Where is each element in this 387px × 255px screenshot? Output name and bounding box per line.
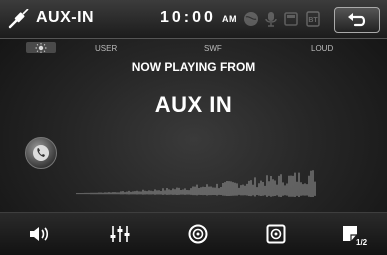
card-icon <box>284 12 298 26</box>
globe-icon <box>244 12 258 26</box>
clock-time: 10:00 <box>160 9 216 26</box>
page-indicator: 1/2 <box>356 238 368 247</box>
source-disc-icon <box>188 224 208 244</box>
volume-icon <box>30 227 49 241</box>
source-button[interactable] <box>184 221 212 247</box>
eq-user-label: USER <box>95 44 118 53</box>
return-arrow-icon <box>348 13 366 27</box>
page-title: AUX-IN <box>36 9 95 26</box>
bottom-toolbar: 1/2 <box>0 212 387 255</box>
eq-swf-label: SWF <box>204 44 222 53</box>
media-button[interactable] <box>262 221 290 247</box>
clock-ampm: AM <box>222 14 237 24</box>
now-playing-label: NOW PLAYING FROM <box>131 60 256 74</box>
phone-icon <box>33 145 49 161</box>
equalizer-button[interactable] <box>106 221 134 247</box>
source-name: AUX IN <box>154 92 233 117</box>
phone-button[interactable] <box>25 137 57 169</box>
brightness-button[interactable] <box>26 42 56 53</box>
eq-loud-label: LOUD <box>311 44 334 53</box>
equalizer-icon <box>110 226 130 242</box>
audio-waveform <box>76 170 316 197</box>
svg-text:BT: BT <box>308 17 318 24</box>
bluetooth-icon: BT <box>306 11 320 27</box>
top-bar: AUX-IN 10:00 AM BT <box>0 0 387 39</box>
aux-in-screen: AUX-IN 10:00 AM BT USER SWF LOUD NOW PLA… <box>0 0 387 255</box>
back-button[interactable] <box>334 7 380 33</box>
volume-button[interactable] <box>26 221 54 247</box>
aux-cable-icon <box>8 9 29 29</box>
mic-icon <box>265 12 277 27</box>
media-icon <box>266 224 286 244</box>
sun-icon <box>35 42 47 53</box>
